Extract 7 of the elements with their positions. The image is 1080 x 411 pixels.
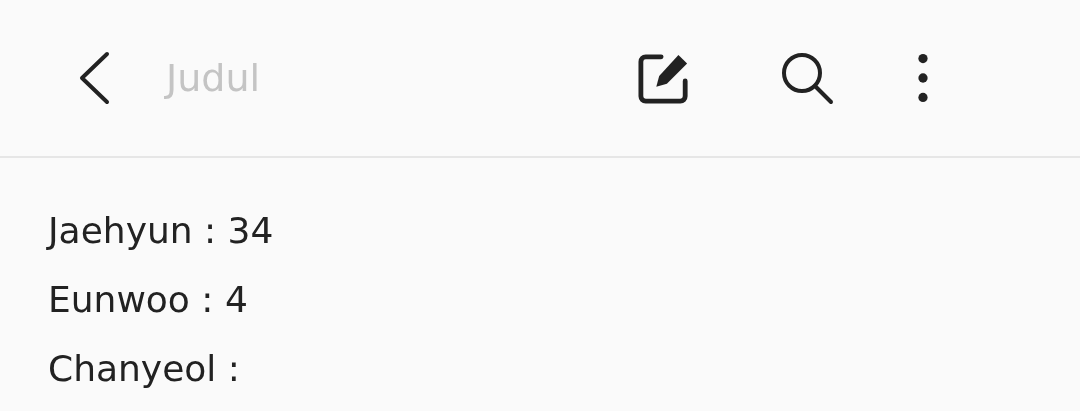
note-line: Jaehyun : 34 <box>48 209 274 253</box>
edit-icon[interactable] <box>638 52 690 104</box>
back-icon[interactable] <box>78 51 110 105</box>
note-line: Chanyeol : <box>48 347 240 391</box>
note-line: Eunwoo : 4 <box>48 278 248 322</box>
more-icon[interactable] <box>916 53 930 103</box>
search-icon[interactable] <box>780 51 834 105</box>
